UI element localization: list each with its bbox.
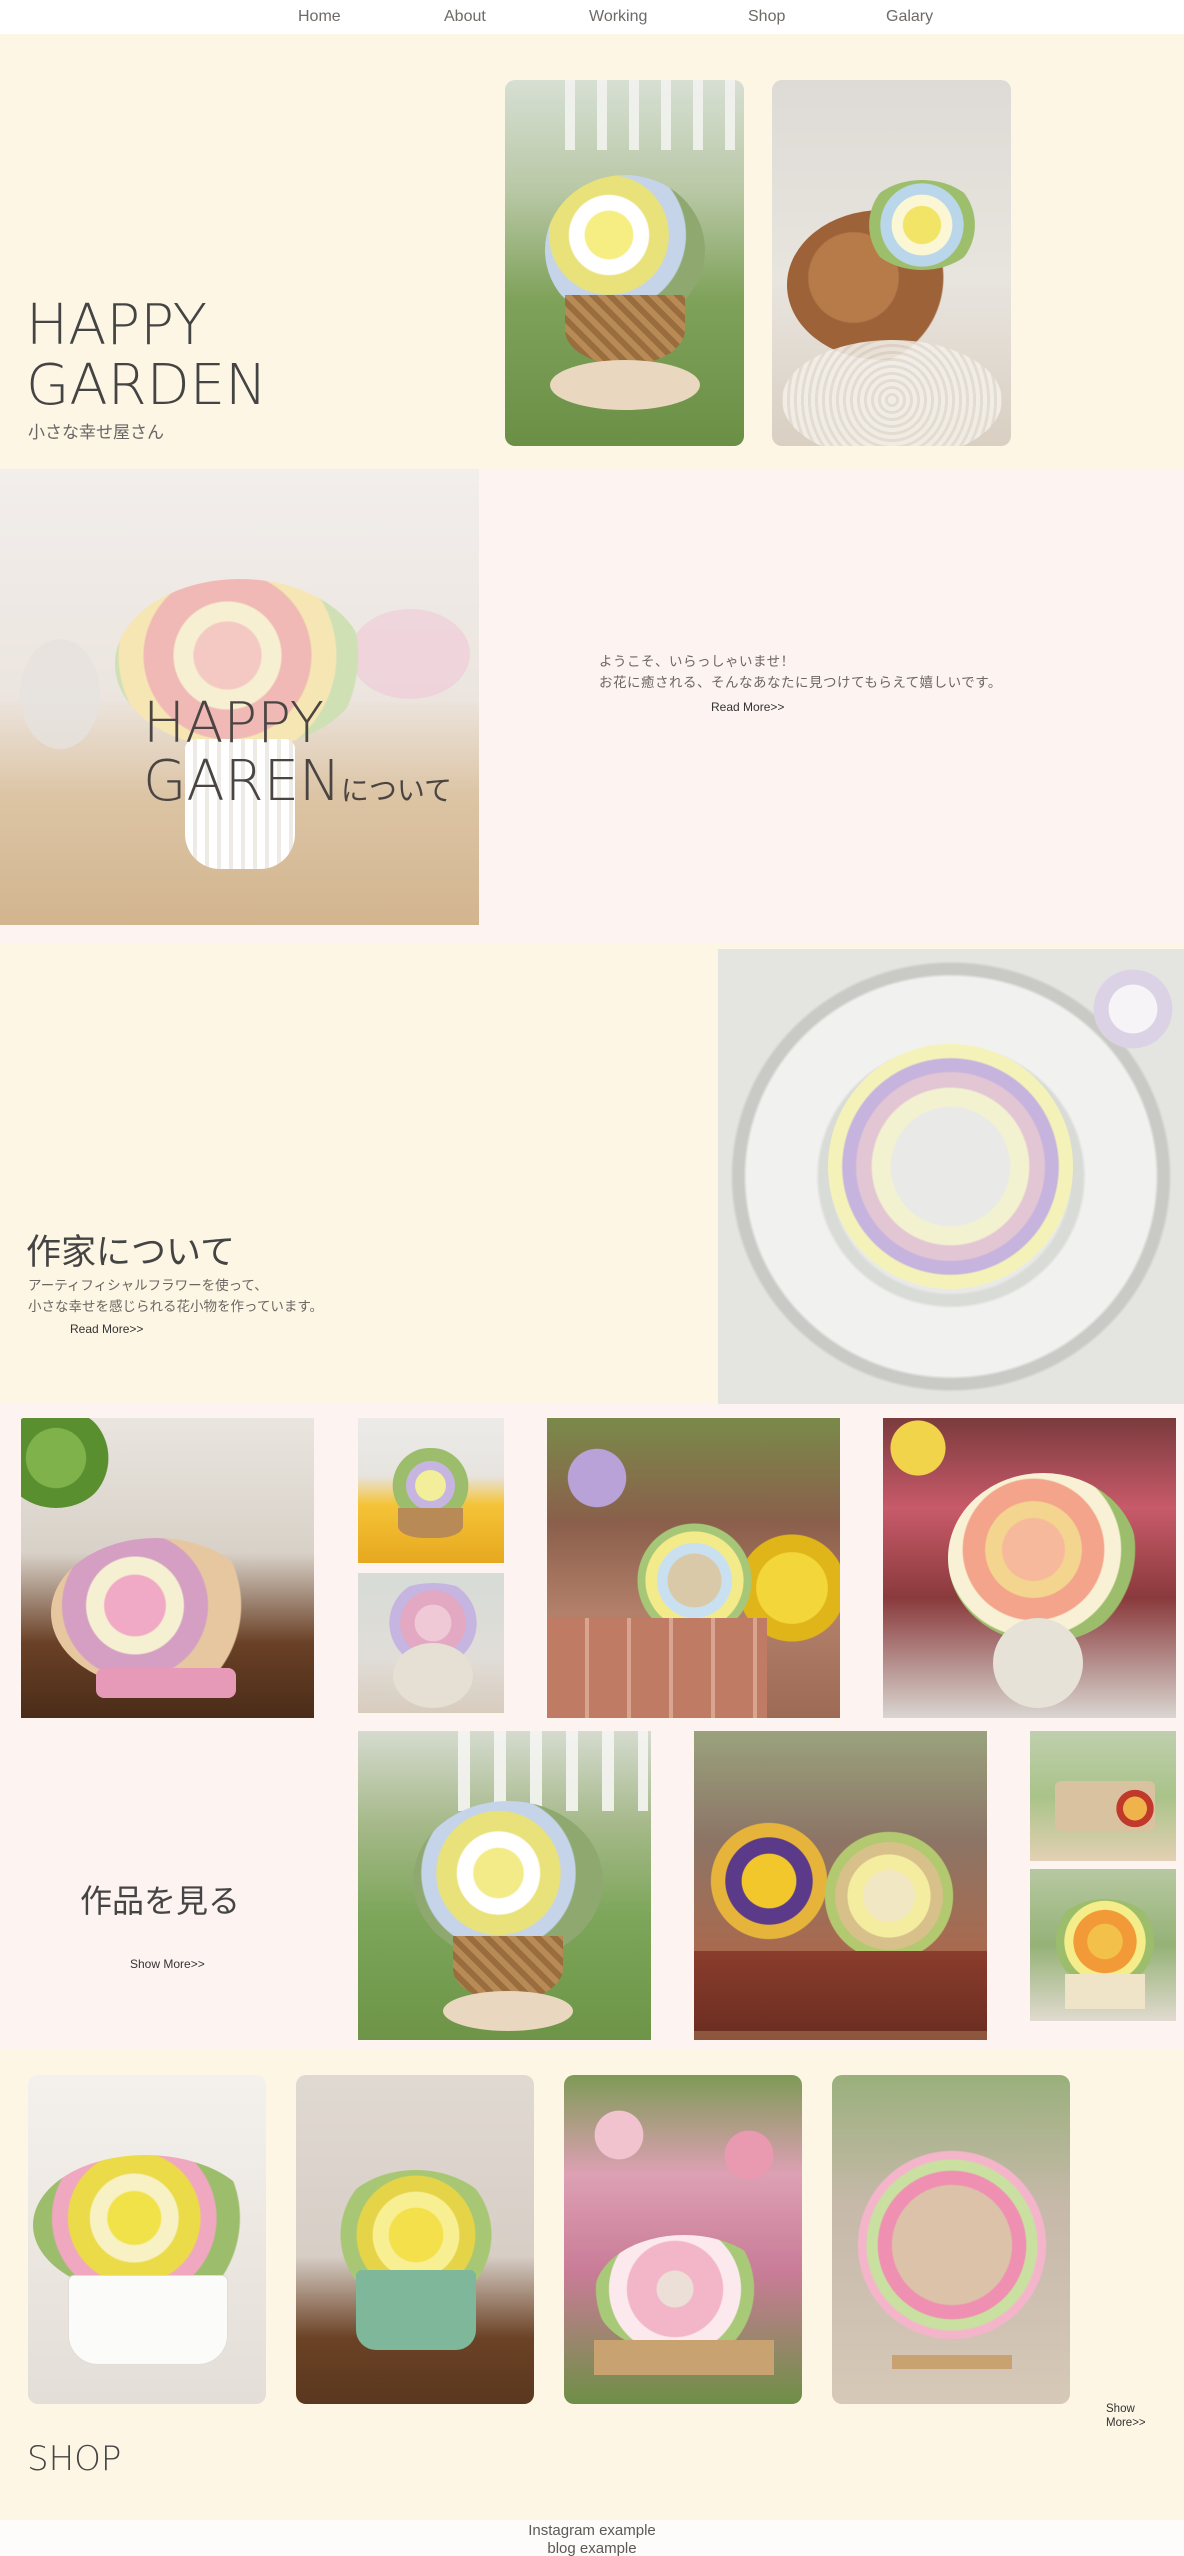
nav-shop[interactable]: Shop: [748, 8, 785, 26]
shop-show-more-line2: More>>: [1106, 2417, 1146, 2429]
gallery-section: 作品を見る Show More>>: [0, 1404, 1184, 2050]
hero-title-line1: HAPPY: [26, 293, 207, 358]
artist-heading: 作家について: [26, 1233, 235, 1273]
gallery-photo-pink-pot: [358, 1573, 504, 1713]
about-overlay-line2: GAREN: [143, 749, 341, 814]
hero-photo-poodle-planter: [772, 80, 1011, 446]
gallery-photo-mini-arrangement: [358, 1418, 504, 1563]
shop-section: Show More>> SHOP: [0, 2050, 1184, 2520]
gallery-photo-merry-christmas: [1030, 1731, 1176, 1861]
nav-about[interactable]: About: [444, 8, 486, 26]
gallery-photo-peach-bouquet: [883, 1418, 1176, 1718]
gallery-photo-hedgehog-basket: [21, 1418, 314, 1718]
hero-subtitle: 小さな幸せ屋さん: [28, 423, 164, 443]
shop-photo-watering-can[interactable]: [296, 2075, 534, 2404]
footer-blog-link[interactable]: blog example: [0, 2540, 1184, 2556]
about-overlay-line1: HAPPY: [143, 691, 324, 756]
artist-text-line2: 小さな幸せを感じられる花小物を作っています。: [28, 1299, 323, 1315]
about-section: HAPPY GARENについて ようこそ、いらっしゃいませ！ お花に癒される、そ…: [0, 469, 1184, 943]
works-heading: 作品を見る: [80, 1882, 241, 1920]
shop-photo-bless-this-home-wreath[interactable]: [832, 2075, 1070, 2404]
works-show-more-link[interactable]: Show More>>: [130, 1957, 205, 1971]
artist-read-more-link[interactable]: Read More>>: [70, 1322, 143, 1336]
footer: Instagram example blog example: [0, 2520, 1184, 2556]
shop-photo-tin-arrangement[interactable]: [28, 2075, 266, 2404]
gallery-photo-pansy-planter: [694, 1731, 987, 2040]
shop-heading: SHOP: [27, 2439, 122, 2479]
footer-instagram-link[interactable]: Instagram example: [0, 2522, 1184, 2540]
hero-photo-basket-bouquet: [505, 80, 744, 446]
top-nav: Home About Working Shop Galary: [0, 0, 1184, 34]
gallery-photo-bonne-journee-wreath: [547, 1418, 840, 1718]
artist-photo-wreath-on-plate: [718, 949, 1184, 1404]
gallery-photo-basket-on-grass: [358, 1731, 651, 2040]
artist-text-line1: アーティフィシャルフラワーを使って、: [28, 1278, 268, 1294]
about-welcome-line1: ようこそ、いらっしゃいませ！: [599, 654, 795, 670]
gallery-photo-orange-box: [1030, 1869, 1176, 2021]
shop-photo-zinnia-box[interactable]: [564, 2075, 802, 2404]
about-read-more-link[interactable]: Read More>>: [711, 700, 784, 714]
nav-working[interactable]: Working: [589, 8, 647, 26]
artist-section: 作家について アーティフィシャルフラワーを使って、 小さな幸せを感じられる花小物…: [0, 943, 1184, 1404]
nav-home[interactable]: Home: [298, 8, 341, 26]
nav-galary[interactable]: Galary: [886, 8, 933, 26]
hero-section: HAPPY GARDEN 小さな幸せ屋さん: [0, 34, 1184, 469]
shop-show-more-link[interactable]: Show More>>: [1106, 2402, 1146, 2430]
about-welcome-line2: お花に癒される、そんなあなたに見つけてもらえて嬉しいです。: [599, 675, 1002, 691]
shop-show-more-line1: Show: [1106, 2403, 1135, 2415]
hero-title-line2: GARDEN: [26, 353, 268, 418]
about-overlay-suffix: について: [340, 774, 453, 807]
